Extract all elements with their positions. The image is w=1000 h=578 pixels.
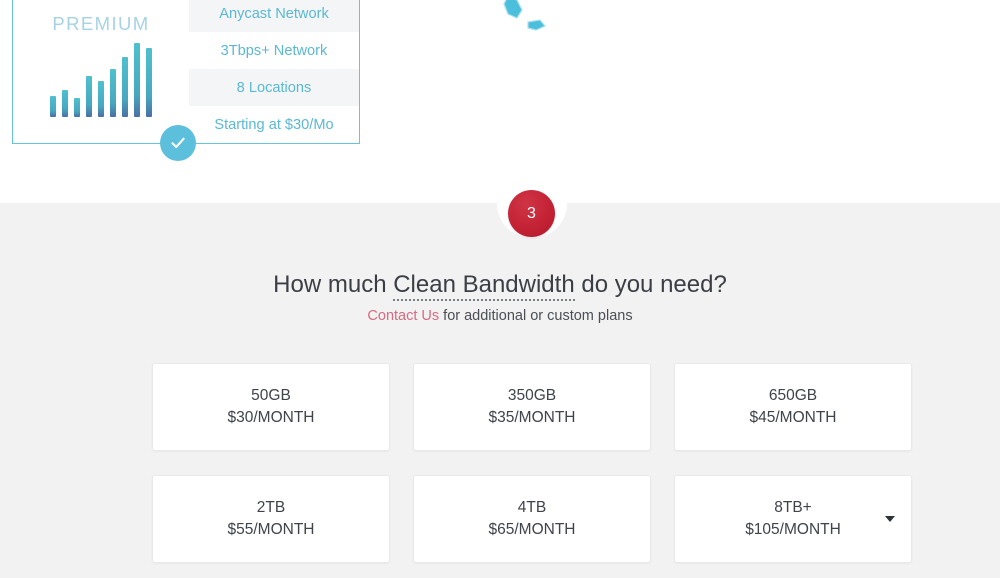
plan-title: PREMIUM (52, 13, 150, 34)
plan-feature-item: 8 Locations (189, 69, 359, 106)
plan-size-label: 4TB (517, 499, 547, 516)
plan-size-label: 2TB (256, 499, 286, 516)
bandwidth-plan-tile[interactable]: 2TB $55/MONTH (152, 475, 390, 563)
step-badge: 3 (508, 190, 555, 237)
plan-price-label: $65/MONTH (488, 521, 576, 538)
title-highlight: Clean Bandwidth (393, 271, 575, 301)
bandwidth-plan-grid: 50GB $30/MONTH 350GB $35/MONTH 650GB $45… (152, 363, 912, 563)
plan-size-label: 650GB (768, 387, 818, 404)
premium-plan-card[interactable]: PREMIUM Anycast Network 3Tbps+ Network 8… (12, 0, 360, 144)
plan-feature-item: Starting at $30/Mo (189, 106, 359, 143)
title-part-1: How much (273, 271, 394, 298)
title-part-2: do you need? (574, 271, 727, 298)
plan-price-label: $30/MONTH (227, 409, 315, 426)
page-title: How much Clean Bandwidth do you need? (0, 268, 1000, 302)
pricing-page: PREMIUM Anycast Network 3Tbps+ Network 8… (0, 0, 1000, 578)
plan-size-label: 50GB (251, 387, 291, 404)
plan-size-label: 350GB (507, 387, 557, 404)
bandwidth-plan-tile[interactable]: 8TB+ $105/MONTH (674, 475, 912, 563)
subtitle-rest: for additional or custom plans (439, 308, 633, 324)
plan-feature-list: Anycast Network 3Tbps+ Network 8 Locatio… (189, 0, 359, 143)
bar-chart-icon (50, 43, 152, 117)
contact-us-link[interactable]: Contact Us (367, 308, 439, 324)
plan-price-label: $105/MONTH (745, 521, 841, 538)
plan-card-left: PREMIUM (13, 0, 189, 143)
hero-map-section: PREMIUM Anycast Network 3Tbps+ Network 8… (0, 0, 1000, 203)
plan-price-label: $55/MONTH (227, 521, 315, 538)
bandwidth-plan-tile[interactable]: 4TB $65/MONTH (413, 475, 651, 563)
plan-feature-item: 3Tbps+ Network (189, 32, 359, 69)
plan-price-label: $35/MONTH (488, 409, 576, 426)
bandwidth-plan-tile[interactable]: 50GB $30/MONTH (152, 363, 390, 451)
chevron-down-icon[interactable] (885, 516, 895, 522)
check-icon (171, 137, 185, 149)
plan-feature-item: Anycast Network (189, 0, 359, 32)
bandwidth-plan-tile[interactable]: 650GB $45/MONTH (674, 363, 912, 451)
bandwidth-plan-tile[interactable]: 350GB $35/MONTH (413, 363, 651, 451)
plan-selected-check-badge[interactable] (160, 125, 196, 161)
section-headings: How much Clean Bandwidth do you need? Co… (0, 268, 1000, 324)
plan-price-label: $45/MONTH (749, 409, 837, 426)
plan-size-label: 8TB+ (774, 499, 812, 516)
page-subtitle: Contact Us for additional or custom plan… (0, 308, 1000, 324)
